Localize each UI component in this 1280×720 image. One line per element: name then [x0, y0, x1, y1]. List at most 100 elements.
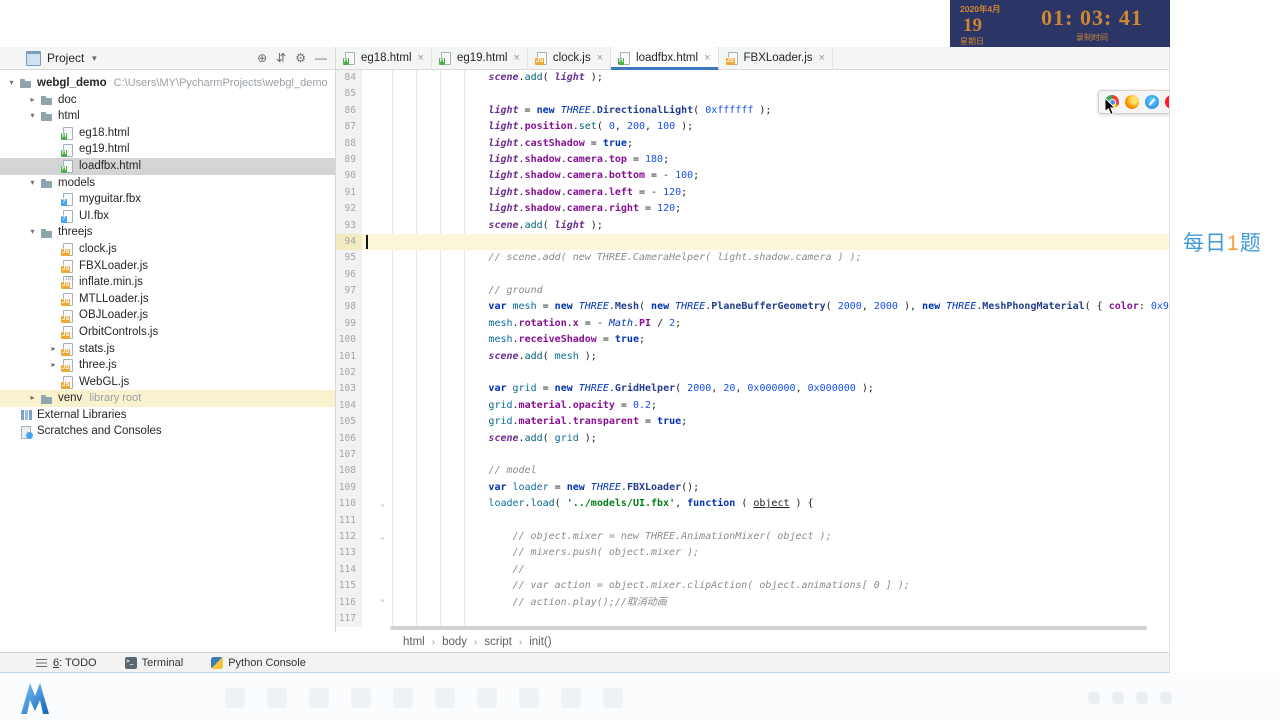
- tree-item-venv[interactable]: ▸ venv library root: [0, 390, 335, 407]
- tree-item-orbitcontrols.js[interactable]: JS OrbitControls.js: [0, 324, 335, 341]
- line-number[interactable]: 101: [336, 348, 362, 366]
- tree-chevron-icon[interactable]: ▾: [25, 108, 40, 125]
- tree-item-doc[interactable]: ▸ doc: [0, 92, 335, 109]
- line-number[interactable]: 116: [336, 594, 362, 611]
- close-icon[interactable]: ×: [513, 52, 519, 64]
- breadcrumb-item-script[interactable]: script: [484, 636, 511, 648]
- code-line-104[interactable]: 104 grid.material.opacity = 0.2;: [336, 397, 1169, 415]
- code-line-109[interactable]: 109 var loader = new THREE.FBXLoader();: [336, 479, 1169, 497]
- code-line-87[interactable]: 87 light.position.set( 0, 200, 100 );: [336, 119, 1169, 136]
- firefox-browser-icon[interactable]: [1125, 95, 1139, 109]
- code-line-95[interactable]: 95 // scene.add( new THREE.CameraHelper(…: [336, 250, 1169, 267]
- tree-chevron-icon[interactable]: ▸: [46, 357, 61, 374]
- tree-chevron-icon[interactable]: ▾: [25, 224, 40, 241]
- code-line-97[interactable]: 97 // ground: [336, 283, 1169, 300]
- line-number[interactable]: 112: [336, 528, 362, 546]
- tab-loadfbx.html[interactable]: Hloadfbx.html ×: [611, 47, 719, 70]
- tree-item-loadfbx.html[interactable]: Hloadfbx.html: [0, 157, 335, 175]
- line-number[interactable]: 89: [336, 151, 362, 169]
- line-number[interactable]: 114: [336, 561, 362, 579]
- line-number[interactable]: 109: [336, 479, 362, 497]
- breadcrumb-item-body[interactable]: body: [442, 636, 467, 648]
- code-line-99[interactable]: 99 mesh.rotation.x = - Math.PI / 2;: [336, 315, 1169, 333]
- code-line-90[interactable]: 90 light.shadow.camera.bottom = - 100;: [336, 168, 1169, 185]
- tree-item-scratches-and-consoles[interactable]: Scratches and Consoles: [0, 423, 335, 440]
- tree-item-webgl.js[interactable]: JS WebGL.js: [0, 374, 335, 391]
- line-number[interactable]: 99: [336, 315, 362, 333]
- settings-gear-icon[interactable]: ⚙: [295, 52, 306, 64]
- line-number[interactable]: 108: [336, 463, 362, 480]
- code-line-98[interactable]: 98 var mesh = new THREE.Mesh( new THREE.…: [336, 299, 1169, 316]
- tree-item-objloader.js[interactable]: JS OBJLoader.js: [0, 307, 335, 324]
- line-number[interactable]: 98: [336, 299, 362, 316]
- tree-chevron-icon[interactable]: ▸: [46, 341, 61, 358]
- code-line-106[interactable]: 106 scene.add( grid );: [336, 430, 1169, 447]
- tree-item-webgl_demo[interactable]: ▾ webgl_demo C:\Users\MY\PycharmProjects\w…: [0, 75, 335, 92]
- breadcrumb-item-html[interactable]: html: [403, 636, 425, 648]
- code-line-115[interactable]: 115 // var action = object.mixer.clipAct…: [336, 578, 1169, 595]
- tab-eg19.html[interactable]: Heg19.html ×: [432, 47, 528, 69]
- code-line-114[interactable]: 114 //: [336, 561, 1169, 579]
- close-icon[interactable]: ×: [418, 52, 424, 64]
- tree-item-myguitar.fbx[interactable]: ? myguitar.fbx: [0, 191, 335, 208]
- line-number[interactable]: 107: [336, 446, 362, 464]
- hide-panel-icon[interactable]: —: [315, 52, 327, 64]
- tab-eg18.html[interactable]: Heg18.html ×: [336, 47, 432, 69]
- line-number[interactable]: 113: [336, 545, 362, 562]
- line-number[interactable]: 95: [336, 250, 362, 267]
- line-number[interactable]: 106: [336, 430, 362, 447]
- locate-icon[interactable]: ⊕: [257, 52, 267, 64]
- code-line-88[interactable]: 88 light.castShadow = true;: [336, 135, 1169, 152]
- tree-item-eg19.html[interactable]: Heg19.html: [0, 141, 335, 158]
- tree-item-threejs[interactable]: ▾ threejs: [0, 224, 335, 241]
- line-number[interactable]: 86: [336, 102, 362, 120]
- code-line-96[interactable]: 96: [336, 266, 1169, 284]
- tree-chevron-icon[interactable]: ▾: [25, 175, 40, 192]
- opera-browser-icon[interactable]: [1165, 95, 1169, 109]
- project-panel-header[interactable]: Project ▼ ⊕ ⇵ ⚙ —: [0, 47, 336, 69]
- fold-marker-icon[interactable]: ⌄: [380, 496, 385, 512]
- line-number[interactable]: 103: [336, 381, 362, 398]
- horizontal-scrollbar[interactable]: [390, 626, 1147, 630]
- code-line-117[interactable]: 117: [336, 610, 1169, 628]
- line-number[interactable]: 87: [336, 119, 362, 136]
- line-number[interactable]: 102: [336, 365, 362, 382]
- toolwindow-button-terminal[interactable]: Terminal: [124, 656, 183, 669]
- tree-chevron-icon[interactable]: ▸: [25, 390, 40, 407]
- toolwindow-button-6--todo[interactable]: 6: TODO: [36, 657, 97, 669]
- code-line-116[interactable]: 116 // action.play();//取消动画 ⌃: [336, 594, 1169, 611]
- close-icon[interactable]: ×: [819, 52, 825, 64]
- tree-item-clock.js[interactable]: JS clock.js: [0, 241, 335, 258]
- tree-item-fbxloader.js[interactable]: JS FBXLoader.js: [0, 258, 335, 275]
- code-line-93[interactable]: 93 scene.add( light );: [336, 217, 1169, 234]
- code-line-92[interactable]: 92 light.shadow.camera.right = 120;: [336, 201, 1169, 218]
- tree-item-models[interactable]: ▾ models: [0, 175, 335, 192]
- code-line-94[interactable]: 94: [336, 233, 1169, 251]
- code-line-110[interactable]: 110 loader.load( '../models/UI.fbx', fun…: [336, 496, 1169, 513]
- code-line-101[interactable]: 101 scene.add( mesh );: [336, 348, 1169, 366]
- line-number[interactable]: 88: [336, 135, 362, 152]
- line-number[interactable]: 104: [336, 397, 362, 415]
- line-number[interactable]: 110: [336, 496, 362, 513]
- line-number[interactable]: 100: [336, 332, 362, 349]
- line-number[interactable]: 94: [336, 233, 362, 251]
- code-editor[interactable]: 84 scene.add( light ); 85 86 light = new T…: [336, 70, 1169, 632]
- code-line-84[interactable]: 84 scene.add( light );: [336, 70, 1169, 87]
- code-line-102[interactable]: 102: [336, 365, 1169, 382]
- close-icon[interactable]: ×: [597, 52, 603, 64]
- line-number[interactable]: 115: [336, 578, 362, 595]
- code-line-107[interactable]: 107: [336, 446, 1169, 464]
- tree-chevron-icon[interactable]: ▸: [25, 92, 40, 109]
- code-line-89[interactable]: 89 light.shadow.camera.top = 180;: [336, 151, 1169, 169]
- code-line-105[interactable]: 105 grid.material.transparent = true;: [336, 414, 1169, 431]
- fold-marker-icon[interactable]: ⌃: [380, 595, 385, 611]
- line-number[interactable]: 97: [336, 283, 362, 300]
- line-number[interactable]: 117: [336, 610, 362, 628]
- tree-item-ui.fbx[interactable]: ? UI.fbx: [0, 208, 335, 225]
- code-line-86[interactable]: 86 light = new THREE.DirectionalLight( 0…: [336, 102, 1169, 120]
- tree-item-stats.js[interactable]: ▸ JS stats.js: [0, 341, 335, 358]
- tab-clock.js[interactable]: JS clock.js ×: [528, 47, 612, 69]
- toolwindow-button-python-console[interactable]: Python Console: [211, 656, 306, 669]
- code-line-85[interactable]: 85: [336, 86, 1169, 103]
- tree-item-three.js[interactable]: ▸ JS three.js: [0, 357, 335, 374]
